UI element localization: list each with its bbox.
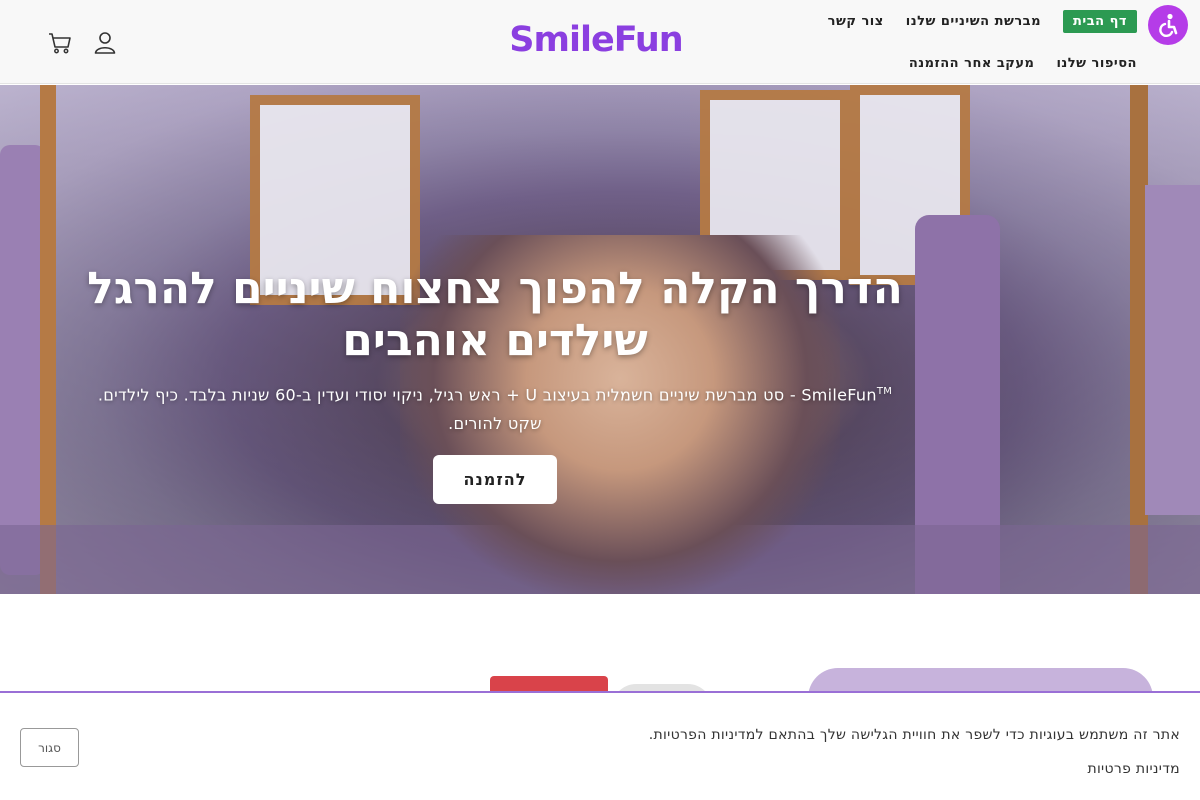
cookie-notice-text: אתר זה משתמש בעוגיות כדי לשפר את חוויית … xyxy=(648,727,1180,743)
hero-subtitle-brand: SmileFun xyxy=(801,385,877,405)
hero-subtitle: SmileFunTM - סט מברשת שיניים חשמלית בעיצ… xyxy=(80,377,910,438)
cookie-consent-bar: אתר זה משתמש בעוגיות כדי לשפר את חוויית … xyxy=(0,691,1200,800)
nav-our-toothbrush[interactable]: מברשת השיניים שלנו xyxy=(906,14,1041,29)
nav-our-story[interactable]: הסיפור שלנו xyxy=(1056,56,1137,71)
account-icon[interactable] xyxy=(92,30,118,56)
nav-contact[interactable]: צור קשר xyxy=(828,14,884,29)
cart-icon[interactable] xyxy=(47,30,73,56)
site-logo[interactable]: SmileFun xyxy=(508,18,684,62)
main-nav-row-1: דף הבית מברשת השיניים שלנו צור קשר xyxy=(828,8,1137,34)
hero-banner: הדרך הקלה להפוך צחצוח שיניים להרגל שילדי… xyxy=(0,85,1200,594)
hero-bg-frame xyxy=(40,85,56,594)
hero-title: הדרך הקלה להפוך צחצוח שיניים להרגל שילדי… xyxy=(87,263,903,366)
accessibility-icon[interactable] xyxy=(1148,5,1188,45)
privacy-policy-link[interactable]: מדיניות פרטיות xyxy=(1087,761,1180,777)
nav-order-tracking[interactable]: מעקב אחר ההזמנה xyxy=(909,56,1035,71)
hero-subtitle-text: - סט מברשת שיניים חשמלית בעיצוב U + ראש … xyxy=(97,385,802,434)
order-button[interactable]: להזמנה xyxy=(433,455,557,504)
nav-home[interactable]: דף הבית xyxy=(1062,9,1137,33)
hero-bg-towel xyxy=(1145,185,1200,515)
trademark-mark: TM xyxy=(876,386,893,397)
main-nav-row-2: הסיפור שלנו מעקב אחר ההזמנה xyxy=(909,50,1137,76)
site-header: דף הבית מברשת השיניים שלנו צור קשר הסיפו… xyxy=(0,0,1200,84)
cookie-close-button[interactable]: סגור xyxy=(20,728,79,767)
hero-bg-towel xyxy=(0,145,45,575)
